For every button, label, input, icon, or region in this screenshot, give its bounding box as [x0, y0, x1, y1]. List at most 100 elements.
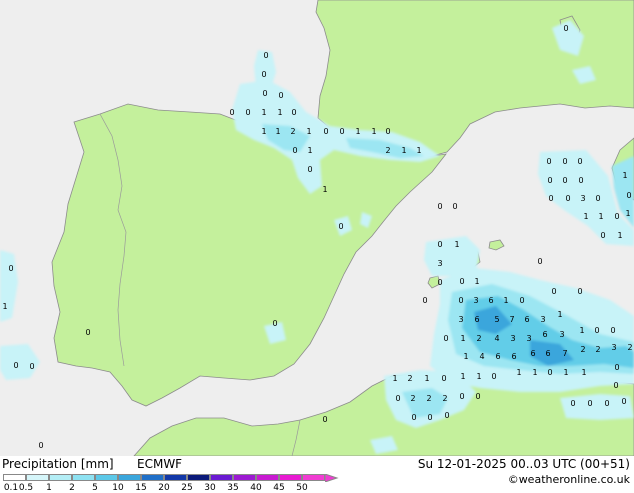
- precip-label: 0: [600, 231, 605, 240]
- precip-label: 0: [562, 157, 567, 166]
- precip-label: 0: [604, 399, 609, 408]
- precip-label: 1: [392, 374, 397, 383]
- colorbar-cell: [95, 474, 118, 481]
- precip-label: 2: [426, 394, 431, 403]
- precipitation-map: 000 00 0 1 1 01 1 2 1 0 0 1 1 00 1 2 1 10100 00 0 00 0 00 3 001 1…: [0, 0, 634, 456]
- precip-label: 4: [494, 334, 499, 343]
- precip-label: 1: [322, 185, 327, 194]
- colorbar-tick: 30: [204, 483, 216, 493]
- precip-label: 0: [263, 51, 268, 60]
- precip-label: 0: [262, 89, 267, 98]
- precip-label: 1: [307, 146, 312, 155]
- precip-label: 1: [460, 334, 465, 343]
- precip-label: 1: [532, 368, 537, 377]
- valid-time: Su 12-01-2025 00..03 UTC (00+51): [417, 457, 630, 471]
- colorbar-cell: [164, 474, 187, 481]
- precip-label: 0: [437, 240, 442, 249]
- precip-label: 3: [580, 194, 585, 203]
- precip-label: 1: [454, 240, 459, 249]
- precip-label: 1: [557, 310, 562, 319]
- colorbar-tick: 50: [296, 483, 308, 493]
- colorbar-cell: [118, 474, 141, 481]
- precip-label: 1: [401, 146, 406, 155]
- precip-label: 0: [29, 362, 34, 371]
- precip-label: 1: [463, 352, 468, 361]
- precip-label: 2: [580, 345, 585, 354]
- precip-label: 3: [540, 315, 545, 324]
- map-title: Precipitation [mm]: [2, 457, 114, 471]
- precip-label: 0: [245, 108, 250, 117]
- precip-label: 0: [562, 176, 567, 185]
- precip-label: 1: [579, 326, 584, 335]
- precip-label: 0: [548, 194, 553, 203]
- precip-label: 0: [261, 70, 266, 79]
- precip-label: 6: [495, 352, 500, 361]
- precip-label: 0: [537, 257, 542, 266]
- precip-label: 1: [503, 296, 508, 305]
- precip-label: 6: [542, 330, 547, 339]
- precip-label: 0: [339, 127, 344, 136]
- precip-label: 0: [577, 287, 582, 296]
- precip-label: 0: [444, 411, 449, 420]
- precip-label: 0: [547, 176, 552, 185]
- precip-label: 6: [488, 296, 493, 305]
- precip-label: 0: [459, 392, 464, 401]
- footer: Precipitation [mm] ECMWF Su 12-01-2025 0…: [0, 456, 634, 493]
- precip-label: 0: [452, 202, 457, 211]
- precip-label: 0: [551, 287, 556, 296]
- precip-label: 1: [460, 372, 465, 381]
- precip-label: 1: [416, 146, 421, 155]
- precip-label: 7: [562, 349, 567, 358]
- colorbar-tick: 45: [273, 483, 285, 493]
- colorbar-cell: [3, 474, 26, 481]
- colorbar-cell: [72, 474, 95, 481]
- precip-label: 0: [458, 296, 463, 305]
- precip-label: 6: [545, 349, 550, 358]
- colorbar-arrow-icon: [325, 474, 339, 482]
- colorbar-cell: [256, 474, 279, 481]
- precip-label: 0: [621, 397, 626, 406]
- precip-label: 5: [494, 315, 499, 324]
- precip-label: 6: [530, 349, 535, 358]
- precip-label: 1: [598, 212, 603, 221]
- colorbar-cell: [279, 474, 302, 481]
- precip-label: 1: [474, 277, 479, 286]
- precip-label: 1: [371, 127, 376, 136]
- precip-label: 1: [277, 108, 282, 117]
- precip-label: 0: [491, 372, 496, 381]
- colorbar-cell: [302, 474, 325, 481]
- precip-label: 0: [338, 222, 343, 231]
- precip-label: 1: [583, 212, 588, 221]
- colorbar-tick: 1: [46, 483, 52, 493]
- precip-label: 2: [442, 394, 447, 403]
- credit-link[interactable]: ©weatheronline.co.uk: [508, 473, 630, 486]
- precip-label: 1: [622, 171, 627, 180]
- precip-label: 1: [261, 127, 266, 136]
- precip-label: 0: [459, 277, 464, 286]
- precip-label: 1: [581, 368, 586, 377]
- precip-label: 0: [441, 374, 446, 383]
- precip-label: 0: [323, 127, 328, 136]
- precip-label: 3: [458, 315, 463, 324]
- colorbar-cell: [233, 474, 256, 481]
- precip-label: 0: [13, 361, 18, 370]
- precip-label: 1: [424, 374, 429, 383]
- precip-label: 0: [291, 108, 296, 117]
- colorbar-tick: 40: [250, 483, 262, 493]
- colorbar-tick: 35: [227, 483, 239, 493]
- precip-label: 0: [595, 194, 600, 203]
- precip-label: 0: [322, 415, 327, 424]
- precip-label: 0: [272, 319, 277, 328]
- precip-label: 6: [474, 315, 479, 324]
- precip-label: 0: [8, 264, 13, 273]
- precip-label: 0: [427, 413, 432, 422]
- precip-label: 0: [563, 24, 568, 33]
- colorbar-tick: 25: [181, 483, 193, 493]
- precip-label: 0: [437, 202, 442, 211]
- precip-label: 3: [473, 296, 478, 305]
- precip-label: 2: [627, 343, 632, 352]
- precip-label: 0: [85, 328, 90, 337]
- precip-label: 0: [292, 146, 297, 155]
- precip-label: 0: [395, 394, 400, 403]
- precip-label: 0: [626, 191, 631, 200]
